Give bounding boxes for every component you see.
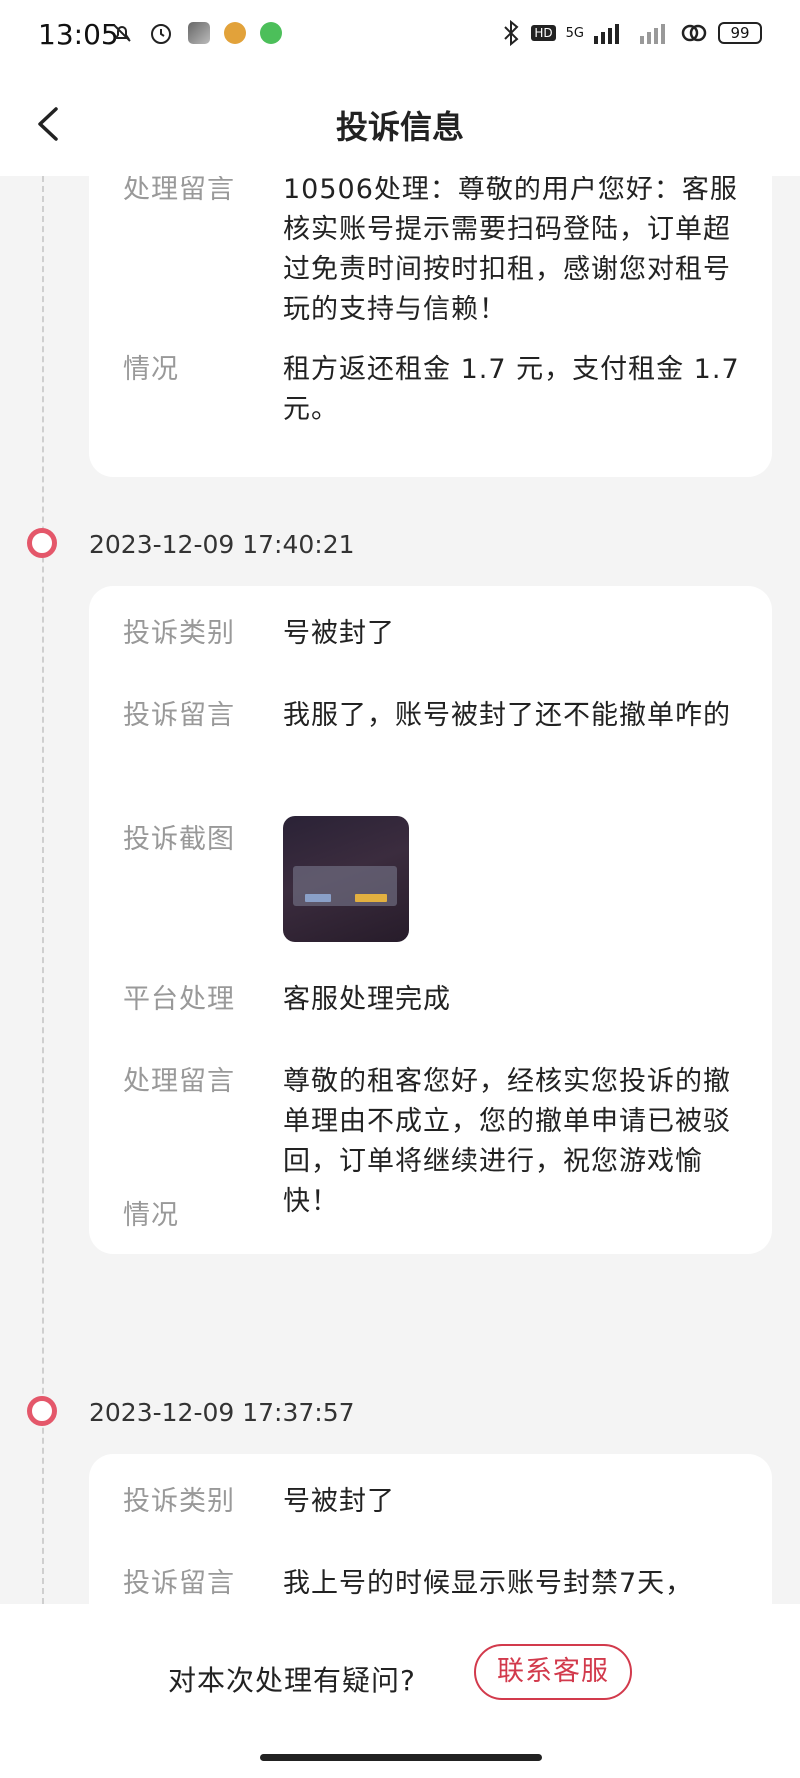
home-indicator[interactable] <box>260 1754 542 1761</box>
timeline-dot <box>27 528 57 558</box>
record-timestamp: 2023-12-09 17:37:57 <box>89 1398 355 1427</box>
bottom-bar: 对本次处理有疑问? 联系客服 <box>0 1604 800 1778</box>
signal-icon <box>594 24 619 44</box>
mute-bell-icon <box>113 24 131 42</box>
notification-icons <box>110 20 282 46</box>
contact-support-button[interactable]: 联系客服 <box>474 1644 632 1700</box>
system-icons: HD 5G 99 <box>501 20 762 46</box>
field-row: 处理留言 10506处理：尊敬的用户您好：客服核实账号提示需要扫码登陆，订单超过… <box>123 176 738 330</box>
alarm-clock-icon <box>151 24 171 44</box>
field-value: 客服处理完成 <box>283 984 451 1015</box>
field-label: 情况 <box>123 1200 179 1231</box>
screenshot-container <box>283 816 753 942</box>
field-label: 处理留言 <box>123 1066 235 1097</box>
link-icon <box>681 24 707 42</box>
field-value: 尊敬的租客您好，经核实您投诉的撤单理由不成立，您的撤单申请已被驳回，订单将继续进… <box>283 1066 731 1217</box>
gallery-app-icon <box>188 22 210 44</box>
timeline-line <box>42 176 44 1604</box>
chat-app-icon <box>224 22 246 44</box>
signal-2-icon <box>640 24 665 44</box>
status-bar: 13:05 HD 5G 99 <box>0 0 800 72</box>
timeline-dot <box>27 1396 57 1426</box>
bluetooth-icon <box>504 20 519 46</box>
network-label: 5G <box>565 25 584 41</box>
field-value: 号被封了 <box>283 1486 395 1517</box>
record-card: 投诉类别 号被封了 投诉留言 我服了，账号被封了还不能撤单咋的 投诉截图 平台处… <box>89 586 772 1254</box>
field-label: 处理留言 <box>123 176 235 205</box>
wechat-app-icon <box>260 22 282 44</box>
question-text: 对本次处理有疑问? <box>168 1664 416 1697</box>
field-value: 我上号的时候显示账号封禁7天， <box>283 1568 694 1599</box>
field-label: 投诉截图 <box>123 824 235 855</box>
field-value: 10506处理：尊敬的用户您好：客服核实账号提示需要扫码登陆，订单超过免责时间按… <box>283 176 738 325</box>
field-label: 投诉留言 <box>123 1568 235 1599</box>
field-value: 租方返还租金 1.7 元，支付租金 1.7 元。 <box>283 354 740 425</box>
field-label: 投诉类别 <box>123 618 235 649</box>
screenshot-button-shape <box>355 894 387 902</box>
screenshot-button-shape <box>305 894 331 902</box>
hd-icon: HD <box>531 25 556 41</box>
page-title: 投诉信息 <box>335 108 464 146</box>
app-header: 投诉信息 <box>0 72 800 176</box>
field-value: 号被封了 <box>283 618 395 649</box>
field-label: 投诉类别 <box>123 1486 235 1517</box>
field-row: 情况 租方返还租金 1.7 元，支付租金 1.7 元。 <box>123 350 739 430</box>
complaint-screenshot-thumbnail[interactable] <box>283 816 409 942</box>
complaint-timeline[interactable]: 处理留言 10506处理：尊敬的用户您好：客服核实账号提示需要扫码登陆，订单超过… <box>0 176 800 1604</box>
record-card: 处理留言 10506处理：尊敬的用户您好：客服核实账号提示需要扫码登陆，订单超过… <box>89 176 772 477</box>
battery-icon: 99 <box>718 22 762 44</box>
field-label: 情况 <box>123 354 179 385</box>
record-card: 投诉类别 号被封了 投诉留言 我上号的时候显示账号封禁7天， <box>89 1454 772 1604</box>
field-label: 平台处理 <box>123 984 235 1015</box>
field-label: 投诉留言 <box>123 700 235 731</box>
status-time: 13:05 <box>38 18 119 51</box>
record-timestamp: 2023-12-09 17:40:21 <box>89 530 355 559</box>
field-value: 我服了，账号被封了还不能撤单咋的 <box>283 700 731 731</box>
